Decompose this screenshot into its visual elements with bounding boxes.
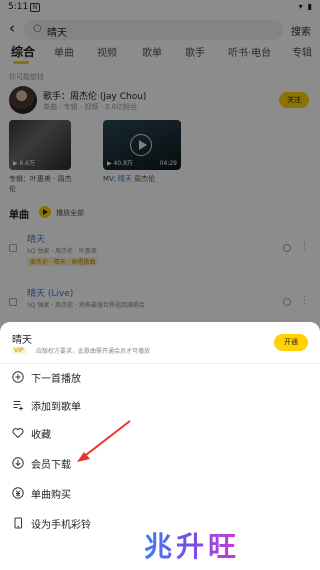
vip-badge: VIP bbox=[12, 347, 26, 354]
menu-item-label: 会员下载 bbox=[31, 460, 71, 471]
menu-item-label: 收藏 bbox=[31, 430, 51, 441]
add-to-playlist-icon bbox=[13, 401, 23, 411]
purchase-icon bbox=[12, 487, 24, 499]
menu-item-purchase[interactable]: 单曲购买 bbox=[0, 480, 320, 508]
menu-item-vip-download[interactable]: 会员下载 bbox=[0, 450, 320, 478]
menu-item-favorite[interactable]: 收藏 bbox=[0, 420, 320, 448]
ringtone-icon bbox=[14, 517, 22, 529]
sheet-subtitle: 应版权方要求，此歌曲需开通会员才可播放 bbox=[36, 348, 151, 355]
sheet-song-title: 晴天 bbox=[12, 335, 32, 346]
menu-item-play-next[interactable]: 下一首播放 bbox=[0, 364, 320, 392]
download-icon bbox=[12, 457, 24, 469]
play-next-icon bbox=[12, 371, 24, 383]
open-vip-button[interactable]: 开通 bbox=[274, 334, 308, 351]
watermark: 兆升旺 bbox=[120, 520, 320, 570]
menu-item-label: 单曲购买 bbox=[31, 490, 71, 501]
menu-item-label: 设为手机彩铃 bbox=[31, 520, 91, 531]
watermark-logo: 兆升旺 bbox=[144, 525, 240, 565]
menu-item-label: 添加到歌单 bbox=[31, 402, 81, 413]
menu-item-add-to-playlist[interactable]: 添加到歌单 bbox=[0, 392, 320, 420]
heart-icon bbox=[12, 428, 24, 439]
menu-item-label: 下一首播放 bbox=[31, 374, 81, 385]
